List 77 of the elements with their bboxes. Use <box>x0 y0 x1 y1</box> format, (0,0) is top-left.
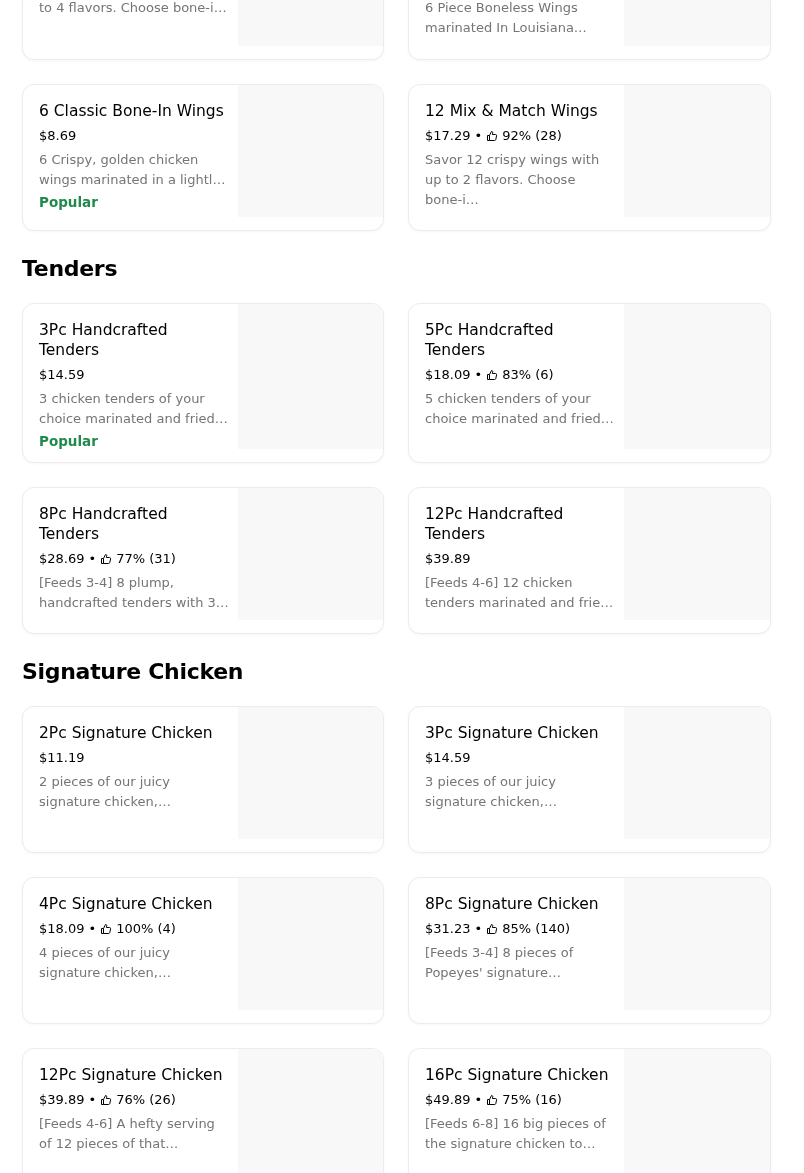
item-price: $8.69 <box>39 127 77 145</box>
item-description: [Feeds 4-6] 12 chicken tenders marinated and frie… <box>425 574 615 612</box>
item-title: 5Pc Handcrafted Tenders <box>425 320 555 360</box>
item-price: $39.89 <box>39 1091 85 1109</box>
item-price: $49.89 <box>425 1091 471 1109</box>
item-price: $14.59 <box>425 749 471 767</box>
item-title: 8Pc Signature Chicken <box>425 894 600 914</box>
item-rating: 100% (4) <box>116 920 176 938</box>
item-rating: 77% (31) <box>116 550 176 568</box>
item-title: 3Pc Signature Chicken <box>425 723 600 743</box>
item-title: 12Pc Handcrafted Tenders <box>425 504 565 544</box>
item-price: $18.09 <box>39 920 85 938</box>
thumbs-up-icon <box>100 923 113 935</box>
item-title: 4Pc Signature Chicken <box>39 894 214 914</box>
item-rating: 83% (6) <box>502 366 554 384</box>
item-description: 3 chicken tenders of your choice marinated and fried… <box>39 390 229 428</box>
item-rating: 85% (140) <box>502 920 571 938</box>
menu-item-card[interactable]: to 4 flavors. Choose bone-i… <box>22 0 384 60</box>
thumbs-up-icon <box>486 923 499 935</box>
menu-item-card[interactable]: 3Pc Handcrafted Tenders $14.59 3 chicken tenders of your choice marinated and fried… Popular <box>22 303 384 463</box>
section-heading: Tenders <box>22 255 119 283</box>
item-price: $17.29 <box>425 127 471 145</box>
item-title: 6 Classic Bone-In Wings <box>39 101 225 121</box>
item-price: $31.23 <box>425 920 471 938</box>
thumbs-up-icon <box>486 130 499 142</box>
menu-item-card[interactable]: 12Pc Signature Chicken $39.89 • 76% (26) [Feeds 4-6] A hefty serving of 12 pieces of that… <box>22 1048 384 1173</box>
menu-item-card[interactable]: 12Pc Handcrafted Tenders $39.89 [Feeds 4-6] 12 chicken tenders marinated and frie… <box>408 487 771 634</box>
item-rating: 92% (28) <box>502 127 562 145</box>
item-description: 2 pieces of our juicy signature chicken,… <box>39 773 172 811</box>
menu-item-card[interactable]: 2Pc Signature Chicken $11.19 2 pieces of our juicy signature chicken,… <box>22 706 384 853</box>
item-description: [Feeds 3-4] 8 plump, handcrafted tenders with 3… <box>39 574 229 612</box>
menu-item-card[interactable]: 4Pc Signature Chicken $18.09 • 100% (4) 4 pieces of our juicy signature chicken,… <box>22 877 384 1024</box>
item-price: $18.09 <box>425 366 471 384</box>
item-price: $39.89 <box>425 550 471 568</box>
item-description: 3 pieces of our juicy signature chicken,… <box>425 773 558 811</box>
popular-label: Popular <box>39 193 99 212</box>
menu-item-card[interactable]: 3Pc Signature Chicken $14.59 3 pieces of our juicy signature chicken,… <box>408 706 771 853</box>
menu-item-card[interactable]: 8Pc Signature Chicken $31.23 • 85% (140) [Feeds 3-4] 8 pieces of Popeyes' signature… <box>408 877 771 1024</box>
item-price: $28.69 <box>39 550 85 568</box>
item-title: 8Pc Handcrafted Tenders <box>39 504 169 544</box>
item-title: 12 Mix & Match Wings <box>425 101 599 121</box>
separator-dot: • <box>88 1091 97 1109</box>
item-description: 6 Piece Boneless Wings marinated In Louisiana… <box>425 0 588 37</box>
separator-dot: • <box>88 920 97 938</box>
thumbs-up-icon <box>486 369 499 381</box>
item-title: 2Pc Signature Chicken <box>39 723 214 743</box>
item-rating: 75% (16) <box>502 1091 562 1109</box>
item-description: [Feeds 4-6] A hefty serving of 12 pieces of that… <box>39 1115 216 1153</box>
thumbs-up-icon <box>100 1094 113 1106</box>
menu-item-card[interactable]: 6 Piece Boneless Wings marinated In Louisiana… <box>408 0 771 60</box>
separator-dot: • <box>474 920 483 938</box>
item-title: 12Pc Signature Chicken <box>39 1065 224 1085</box>
item-description: Savor 12 crispy wings with up to 2 flavors. Choose bone-i… <box>425 151 601 209</box>
section-heading: Signature Chicken <box>22 658 245 686</box>
item-price: $11.19 <box>39 749 85 767</box>
separator-dot: • <box>88 550 97 568</box>
item-description: 5 chicken tenders of your choice marinated and fried… <box>425 390 615 428</box>
item-description: to 4 flavors. Choose bone-i… <box>39 0 228 17</box>
item-price: $14.59 <box>39 366 85 384</box>
item-title: 3Pc Handcrafted Tenders <box>39 320 169 360</box>
separator-dot: • <box>474 127 483 145</box>
item-description: [Feeds 6-8] 16 big pieces of the signature chicken to… <box>425 1115 607 1153</box>
separator-dot: • <box>474 1091 483 1109</box>
menu-item-card[interactable]: 8Pc Handcrafted Tenders $28.69 • 77% (31) [Feeds 3-4] 8 plump, handcrafted tenders with 3… <box>22 487 384 634</box>
item-description: [Feeds 3-4] 8 pieces of Popeyes' signature… <box>425 944 575 982</box>
separator-dot: • <box>474 366 483 384</box>
popular-label: Popular <box>39 432 99 451</box>
menu-item-card[interactable]: 6 Classic Bone-In Wings $8.69 6 Crispy, golden chicken wings marinated in a lightl… Popular <box>22 84 384 231</box>
item-rating: 76% (26) <box>116 1091 176 1109</box>
item-description: 6 Crispy, golden chicken wings marinated in a lightl… <box>39 151 227 189</box>
menu-item-card[interactable]: 16Pc Signature Chicken $49.89 • 75% (16) [Feeds 6-8] 16 big pieces of the signature chicken to… <box>408 1048 771 1173</box>
thumbs-up-icon <box>100 553 113 565</box>
menu-item-card[interactable]: 5Pc Handcrafted Tenders $18.09 • 83% (6) 5 chicken tenders of your choice marinated and fried… <box>408 303 771 463</box>
item-title: 16Pc Signature Chicken <box>425 1065 610 1085</box>
menu-item-card[interactable]: 12 Mix & Match Wings $17.29 • 92% (28) Savor 12 crispy wings with up to 2 flavors. Choose bone-i… <box>408 84 771 231</box>
item-description: 4 pieces of our juicy signature chicken,… <box>39 944 172 982</box>
thumbs-up-icon <box>486 1094 499 1106</box>
